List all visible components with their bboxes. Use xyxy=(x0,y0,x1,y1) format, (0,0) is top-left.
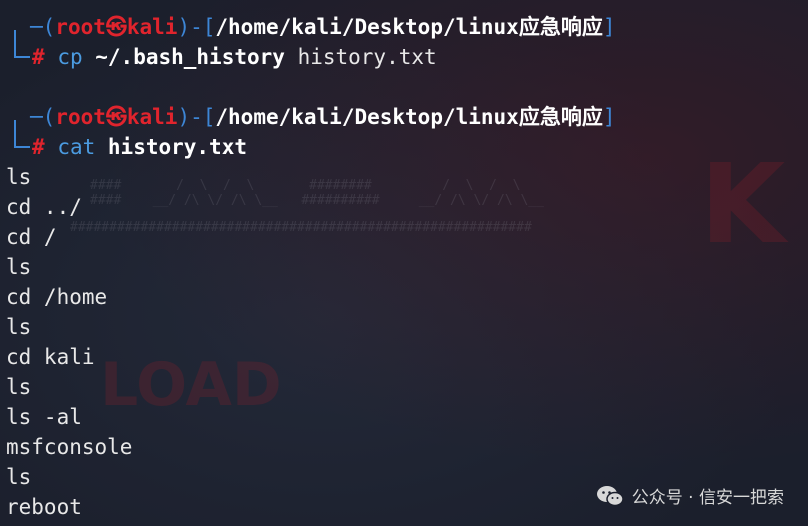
command-arg: ~/.bash_history xyxy=(95,45,285,69)
output-line: cd / xyxy=(6,225,57,249)
prompt-host: kali xyxy=(126,15,178,39)
command-arg: history.txt xyxy=(297,45,437,69)
wallpaper-logo: K xyxy=(700,140,786,268)
wallpaper-art: #### / \ / \ ######## / \ / \ #### __/ /… xyxy=(90,178,544,208)
prompt-hash: # xyxy=(32,135,45,159)
command-name: cat xyxy=(57,135,96,159)
command-name: cp xyxy=(57,45,83,69)
watermark: 公众号 · 信安一把索 xyxy=(596,483,784,508)
prompt-host: kali xyxy=(126,105,178,129)
output-line: ls xyxy=(6,255,32,279)
prompt-connector xyxy=(14,30,30,58)
prompt-hash: # xyxy=(32,45,45,69)
output-line: msfconsole xyxy=(6,435,133,459)
output-line: cd /home xyxy=(6,285,108,309)
output-line: ls xyxy=(6,465,32,489)
output-line: cd ../ xyxy=(6,195,82,219)
wallpaper-art: ########################################… xyxy=(70,220,532,235)
wallpaper-logo: LOAD xyxy=(100,350,282,420)
output-line: ls xyxy=(6,375,32,399)
watermark-text: 公众号 · 信安一把索 xyxy=(631,488,784,508)
prompt-at: ㉿ xyxy=(105,15,127,39)
prompt-user: root xyxy=(55,15,106,39)
output-line: ls -al xyxy=(6,405,82,429)
wechat-icon xyxy=(596,485,624,507)
output-line: reboot xyxy=(6,495,82,519)
command-arg: history.txt xyxy=(107,135,247,159)
output-line: ls xyxy=(6,165,32,189)
prompt-line: ─(root㉿kali)-[/home/kali/Desktop/linux应急… xyxy=(30,105,616,129)
terminal-window[interactable]: #### / \ / \ ######## / \ / \ #### __/ /… xyxy=(0,0,808,526)
prompt-at: ㉿ xyxy=(105,105,127,129)
prompt-path: /home/kali/Desktop/linux应急响应 xyxy=(215,105,603,129)
command-line: # cp ~/.bash_history history.txt xyxy=(32,42,437,72)
output-line: cd kali xyxy=(6,345,95,369)
prompt-connector xyxy=(14,120,30,148)
prompt-line: ─(root㉿kali)-[/home/kali/Desktop/linux应急… xyxy=(30,15,616,39)
output-line: ls xyxy=(6,315,32,339)
prompt-path: /home/kali/Desktop/linux应急响应 xyxy=(215,15,603,39)
command-line: # cat history.txt xyxy=(32,132,247,162)
prompt-user: root xyxy=(55,105,106,129)
